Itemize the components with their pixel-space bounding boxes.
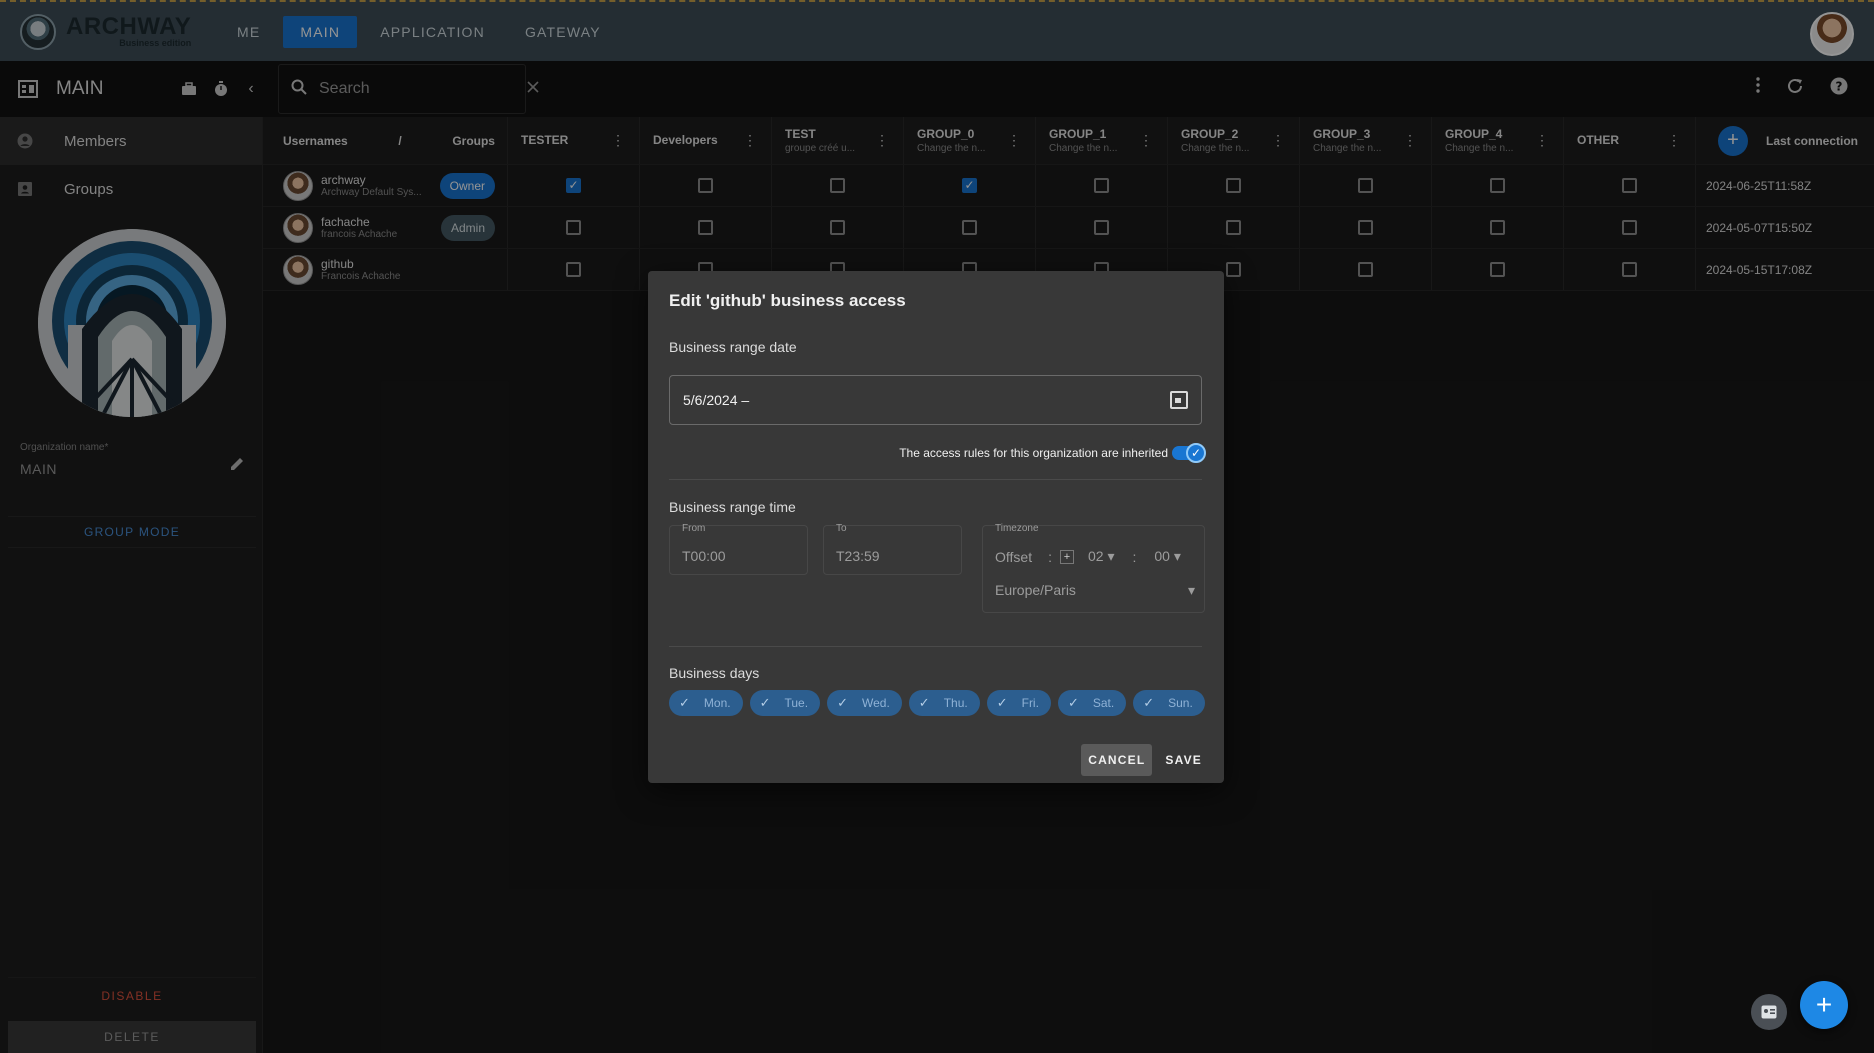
- check-icon: ✓: [1067, 695, 1079, 710]
- add-fab[interactable]: +: [1800, 981, 1848, 1029]
- check-icon: ✓: [918, 695, 930, 710]
- chevron-down-icon: ▾: [1173, 548, 1181, 564]
- offset-colon: :: [1048, 548, 1052, 565]
- check-icon: ✓: [759, 695, 771, 710]
- check-icon: ✓: [1186, 443, 1206, 463]
- check-icon: ✓: [679, 695, 690, 710]
- inherit-label: The access rules for this organization a…: [899, 446, 1168, 460]
- contact-card-fab[interactable]: [1751, 994, 1787, 1030]
- day-chip-sat[interactable]: ✓ Sat.: [1057, 690, 1127, 716]
- inherit-toggle[interactable]: ✓: [1172, 443, 1206, 463]
- date-range-value: 5/6/2024 –: [683, 392, 750, 408]
- timezone-label: Timezone: [995, 523, 1039, 534]
- check-icon: ✓: [996, 695, 1008, 710]
- timezone-select[interactable]: Europe/Paris ▾: [995, 582, 1195, 599]
- to-value: T23:59: [836, 548, 880, 564]
- day-chip-fri[interactable]: ✓ Fri.: [986, 690, 1051, 716]
- edit-business-access-dialog: Edit 'github' business access Business r…: [648, 271, 1224, 783]
- day-chip-sun[interactable]: ✓ Sun.: [1133, 690, 1205, 716]
- offset-hours-select[interactable]: 02 ▾: [1088, 548, 1115, 565]
- business-days-chips: ✓ Mon. ✓ Tue. ✓ Wed. ✓ Thu. ✓ Fri. ✓ Sat. ✓ Sun…: [669, 690, 1205, 716]
- timezone-group: Timezone Offset : + 02 ▾ : 00 ▾ Europe/P…: [982, 523, 1205, 613]
- dialog-actions: CANCEL SAVE: [1081, 744, 1209, 776]
- business-days-label: Business days: [669, 665, 760, 681]
- check-icon: ✓: [837, 695, 848, 710]
- to-time-field[interactable]: To T23:59: [823, 523, 962, 575]
- calendar-icon[interactable]: [1170, 391, 1188, 409]
- dialog-title: Edit 'github' business access: [669, 291, 906, 310]
- chevron-down-icon: ▾: [1107, 548, 1115, 564]
- day-chip-thu[interactable]: ✓ Thu.: [908, 690, 980, 716]
- from-time-field[interactable]: From T00:00: [669, 523, 808, 575]
- cancel-button[interactable]: CANCEL: [1081, 744, 1153, 776]
- to-label: To: [836, 523, 847, 534]
- day-chip-wed[interactable]: ✓ Wed.: [827, 690, 902, 716]
- business-range-time-label: Business range time: [669, 499, 796, 515]
- divider: [669, 646, 1202, 647]
- from-value: T00:00: [682, 548, 726, 564]
- from-label: From: [682, 523, 706, 534]
- inherit-toggle-row: The access rules for this organization a…: [899, 443, 1206, 463]
- divider: [669, 479, 1202, 480]
- day-chip-tue[interactable]: ✓ Tue.: [749, 690, 821, 716]
- offset-minutes-select[interactable]: 00 ▾: [1154, 548, 1181, 565]
- offset-sign-toggle[interactable]: +: [1059, 549, 1074, 564]
- offset-colon: :: [1132, 548, 1137, 565]
- day-chip-mon[interactable]: ✓ Mon.: [669, 690, 743, 716]
- check-icon: ✓: [1143, 695, 1155, 710]
- timezone-value: Europe/Paris: [995, 582, 1076, 598]
- offset-label: Offset: [995, 548, 1033, 565]
- date-range-field[interactable]: 5/6/2024 –: [669, 375, 1202, 425]
- contact-card-icon: [1761, 1005, 1777, 1019]
- save-button[interactable]: SAVE: [1158, 744, 1209, 776]
- business-range-date-label: Business range date: [669, 339, 797, 355]
- dropdown-arrow-icon: ▾: [1187, 582, 1195, 598]
